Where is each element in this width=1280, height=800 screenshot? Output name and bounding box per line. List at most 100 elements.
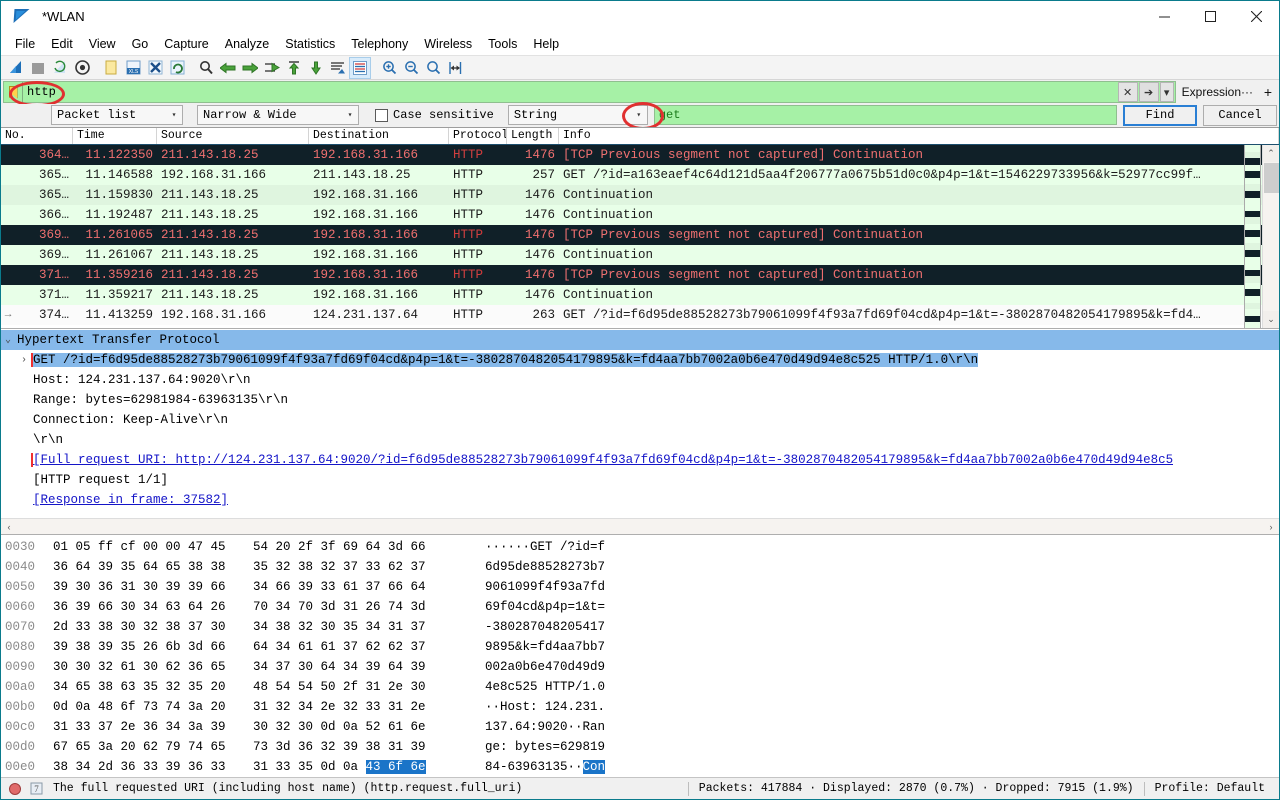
protocol-tree-item[interactable]: \r\n: [1, 430, 1279, 450]
stop-capture-icon[interactable]: [27, 57, 49, 79]
table-row[interactable]: 366… 11.192487 211.143.18.25 192.168.31.166…: [1, 205, 1279, 225]
apply-filter-icon[interactable]: ➔: [1138, 82, 1159, 102]
find-button[interactable]: Find: [1123, 104, 1197, 126]
clear-filter-icon[interactable]: ✕: [1117, 82, 1138, 102]
menu-view[interactable]: View: [81, 34, 124, 54]
protocol-tree-item[interactable]: [Response in frame: 37582]: [1, 490, 1279, 510]
packet-bytes-pane[interactable]: 0030 01 05 ff cf 00 00 47 45 54 20 2f 3f 6…: [1, 534, 1279, 777]
scroll-right-icon[interactable]: ›: [1263, 522, 1279, 532]
hex-dump-row[interactable]: 0090 30 30 32 61 30 62 36 65 34 37 30 64 3…: [1, 657, 1279, 677]
checkbox-box[interactable]: [375, 108, 388, 122]
hex-dump-row[interactable]: 00b0 0d 0a 48 6f 73 74 3a 20 31 32 34 2e 3…: [1, 697, 1279, 717]
scrollbar-thumb[interactable]: [1263, 163, 1279, 193]
column-header-destination[interactable]: Destination: [309, 128, 449, 144]
hex-dump-row[interactable]: 0040 36 64 39 35 64 65 38 38 35 32 38 32 3…: [1, 557, 1279, 577]
bookmark-icon[interactable]: [4, 82, 22, 102]
search-in-dropdown[interactable]: Packet list ▾: [51, 105, 183, 125]
zoom-out-icon[interactable]: [400, 57, 422, 79]
go-back-icon[interactable]: [217, 57, 239, 79]
chevron-right-icon[interactable]: ›: [17, 355, 31, 366]
close-file-icon[interactable]: [144, 57, 166, 79]
menu-telephony[interactable]: Telephony: [343, 34, 416, 54]
display-filter-input[interactable]: http: [22, 82, 1118, 102]
autoscroll-icon[interactable]: [327, 57, 349, 79]
go-last-packet-icon[interactable]: [305, 57, 327, 79]
find-search-input[interactable]: get: [653, 105, 1117, 125]
packet-details-pane[interactable]: ⌄ Hypertext Transfer Protocol › GET /?id=f6…: [1, 328, 1279, 534]
protocol-tree[interactable]: ⌄ Hypertext Transfer Protocol › GET /?id=f6…: [1, 329, 1279, 518]
zoom-reset-icon[interactable]: [422, 57, 444, 79]
capture-options-icon[interactable]: [71, 57, 93, 79]
hex-dump-row[interactable]: 00e0 38 34 2d 36 33 39 36 33 31 33 35 0d 0…: [1, 757, 1279, 777]
protocol-tree-item[interactable]: › GET /?id=f6d95de88528273b79061099f4f93a…: [1, 350, 1279, 370]
start-capture-icon[interactable]: [5, 57, 27, 79]
table-row[interactable]: 364… 11.122350 211.143.18.25 192.168.31.166…: [1, 145, 1279, 165]
profile-indicator[interactable]: Profile: Default: [1155, 782, 1279, 795]
packet-list-body[interactable]: 364… 11.122350 211.143.18.25 192.168.31.166…: [1, 145, 1279, 328]
scroll-up-icon[interactable]: ⌃: [1262, 145, 1279, 162]
cancel-button[interactable]: Cancel: [1203, 104, 1277, 126]
menu-go[interactable]: Go: [124, 34, 157, 54]
table-row[interactable]: 371… 11.359217 211.143.18.25 192.168.31.166…: [1, 285, 1279, 305]
protocol-tree-item[interactable]: [Full request URI: http://124.231.137.64…: [1, 450, 1279, 470]
table-row[interactable]: 369… 11.261065 211.143.18.25 192.168.31.166…: [1, 225, 1279, 245]
hex-dump-row[interactable]: 0050 39 30 36 31 30 39 39 66 34 66 39 33 6…: [1, 577, 1279, 597]
column-header-length[interactable]: Length: [507, 128, 559, 144]
menu-statistics[interactable]: Statistics: [277, 34, 343, 54]
go-first-packet-icon[interactable]: [283, 57, 305, 79]
menu-analyze[interactable]: Analyze: [217, 34, 277, 54]
hex-dump-row[interactable]: 0030 01 05 ff cf 00 00 47 45 54 20 2f 3f 6…: [1, 537, 1279, 557]
capture-file-properties-icon[interactable]: 7: [29, 782, 43, 796]
protocol-tree-item[interactable]: Connection: Keep-Alive\r\n: [1, 410, 1279, 430]
packet-list-pane[interactable]: No. Time Source Destination Protocol Len…: [1, 127, 1279, 328]
column-header-protocol[interactable]: Protocol: [449, 128, 507, 144]
menu-capture[interactable]: Capture: [156, 34, 216, 54]
protocol-tree-item[interactable]: [HTTP request 1/1]: [1, 470, 1279, 490]
protocol-tree-item[interactable]: ⌄ Hypertext Transfer Protocol: [1, 330, 1279, 350]
hex-dump-row[interactable]: 00a0 34 65 38 63 35 32 35 20 48 54 54 50 2…: [1, 677, 1279, 697]
find-packet-icon[interactable]: [195, 57, 217, 79]
char-width-dropdown[interactable]: Narrow & Wide ▾: [197, 105, 359, 125]
display-filter-input-wrap[interactable]: http ✕ ➔ ▾: [3, 81, 1176, 103]
filter-history-caret-icon[interactable]: ▾: [1159, 82, 1174, 102]
table-row[interactable]: 365… 11.146588 192.168.31.166 211.143.18.25…: [1, 165, 1279, 185]
table-row[interactable]: 371… 11.359216 211.143.18.25 192.168.31.166…: [1, 265, 1279, 285]
hex-dump-row[interactable]: 00c0 31 33 37 2e 36 34 3a 39 30 32 30 0d 0…: [1, 717, 1279, 737]
chevron-down-icon[interactable]: ⌄: [1, 334, 15, 346]
add-filter-button[interactable]: +: [1259, 81, 1277, 103]
go-forward-icon[interactable]: [239, 57, 261, 79]
resize-columns-icon[interactable]: [444, 57, 466, 79]
table-row[interactable]: 369… 11.261067 211.143.18.25 192.168.31.166…: [1, 245, 1279, 265]
menu-edit[interactable]: Edit: [43, 34, 81, 54]
colorize-icon[interactable]: [349, 56, 371, 79]
packet-minimap[interactable]: [1244, 145, 1261, 328]
hex-dump-row[interactable]: 0080 39 38 39 35 26 6b 3d 66 64 34 61 61 3…: [1, 637, 1279, 657]
hex-dump-row[interactable]: 0070 2d 33 38 30 32 38 37 30 34 38 32 30 3…: [1, 617, 1279, 637]
protocol-tree-item[interactable]: Host: 124.231.137.64:9020\r\n: [1, 370, 1279, 390]
menu-help[interactable]: Help: [525, 34, 567, 54]
open-file-icon[interactable]: [100, 57, 122, 79]
table-row[interactable]: 365… 11.159830 211.143.18.25 192.168.31.166…: [1, 185, 1279, 205]
column-header-no[interactable]: No.: [1, 128, 73, 144]
details-horizontal-scrollbar[interactable]: ‹ ›: [1, 518, 1279, 534]
menu-tools[interactable]: Tools: [480, 34, 525, 54]
menu-wireless[interactable]: Wireless: [416, 34, 480, 54]
restart-capture-icon[interactable]: [49, 57, 71, 79]
reload-file-icon[interactable]: [166, 57, 188, 79]
column-header-source[interactable]: Source: [157, 128, 309, 144]
scroll-left-icon[interactable]: ‹: [1, 522, 17, 532]
maximize-button[interactable]: [1187, 1, 1233, 32]
expert-info-icon[interactable]: [9, 782, 21, 795]
scroll-down-icon[interactable]: ⌄: [1262, 311, 1279, 328]
protocol-tree-item[interactable]: Range: bytes=62981984-63963135\r\n: [1, 390, 1279, 410]
hex-dump-row[interactable]: 0060 36 39 66 30 34 63 64 26 70 34 70 3d 3…: [1, 597, 1279, 617]
save-file-icon[interactable]: XLS: [122, 57, 144, 79]
menu-file[interactable]: File: [7, 34, 43, 54]
value-type-dropdown[interactable]: String ▾: [507, 105, 648, 125]
table-row[interactable]: → 374… 11.413259 192.168.31.166 124.231.137.…: [1, 305, 1279, 325]
close-button[interactable]: [1233, 1, 1279, 32]
zoom-in-icon[interactable]: [378, 57, 400, 79]
minimize-button[interactable]: [1141, 1, 1187, 32]
go-to-packet-icon[interactable]: [261, 57, 283, 79]
hex-dump-row[interactable]: 00d0 67 65 3a 20 62 79 74 65 73 3d 36 32 3…: [1, 737, 1279, 757]
